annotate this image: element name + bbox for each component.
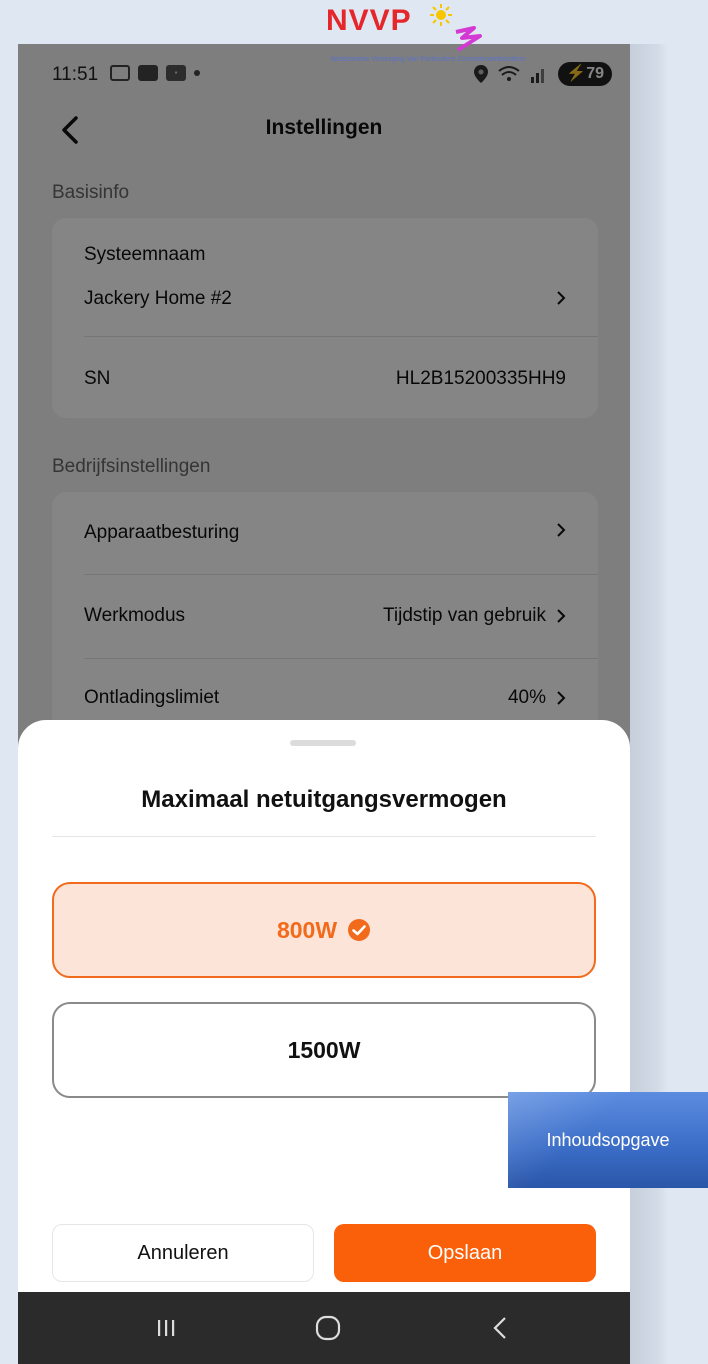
back-icon — [493, 1317, 506, 1339]
toc-label: Inhoudsopgave — [546, 1129, 670, 1150]
bottom-sheet: Maximaal netuitgangsvermogen 800W 1500W … — [18, 720, 630, 1292]
toc-button[interactable]: Inhoudsopgave — [508, 1092, 708, 1188]
nvvp-logo: NVVP Nederlandse Vereniging Van Particul… — [326, 4, 626, 64]
option-800w[interactable]: 800W — [52, 882, 596, 978]
option-label: 1500W — [287, 1036, 361, 1063]
check-circle-icon — [348, 919, 371, 941]
recents-icon — [158, 1320, 175, 1336]
option-1500w[interactable]: 1500W — [52, 1002, 596, 1098]
option-label: 800W — [276, 916, 338, 943]
lightning-icon — [455, 26, 482, 52]
sun-icon — [430, 4, 452, 26]
cancel-button[interactable]: Annuleren — [52, 1224, 314, 1282]
nav-back-button[interactable] — [480, 1310, 520, 1346]
home-button[interactable] — [308, 1310, 348, 1346]
save-button[interactable]: Opslaan — [334, 1224, 596, 1282]
logo-wordmark: NVVP — [326, 4, 412, 38]
logo-brand: NVVP — [326, 4, 412, 37]
logo-subtitle: Nederlandse Vereniging Van Particuliere … — [330, 56, 526, 63]
sheet-title: Maximaal netuitgangsvermogen — [141, 786, 507, 813]
sheet-drag-handle[interactable] — [290, 740, 356, 746]
divider — [52, 836, 596, 837]
system-nav-bar — [18, 1292, 630, 1364]
recents-button[interactable] — [146, 1310, 186, 1346]
home-icon — [315, 1315, 341, 1341]
